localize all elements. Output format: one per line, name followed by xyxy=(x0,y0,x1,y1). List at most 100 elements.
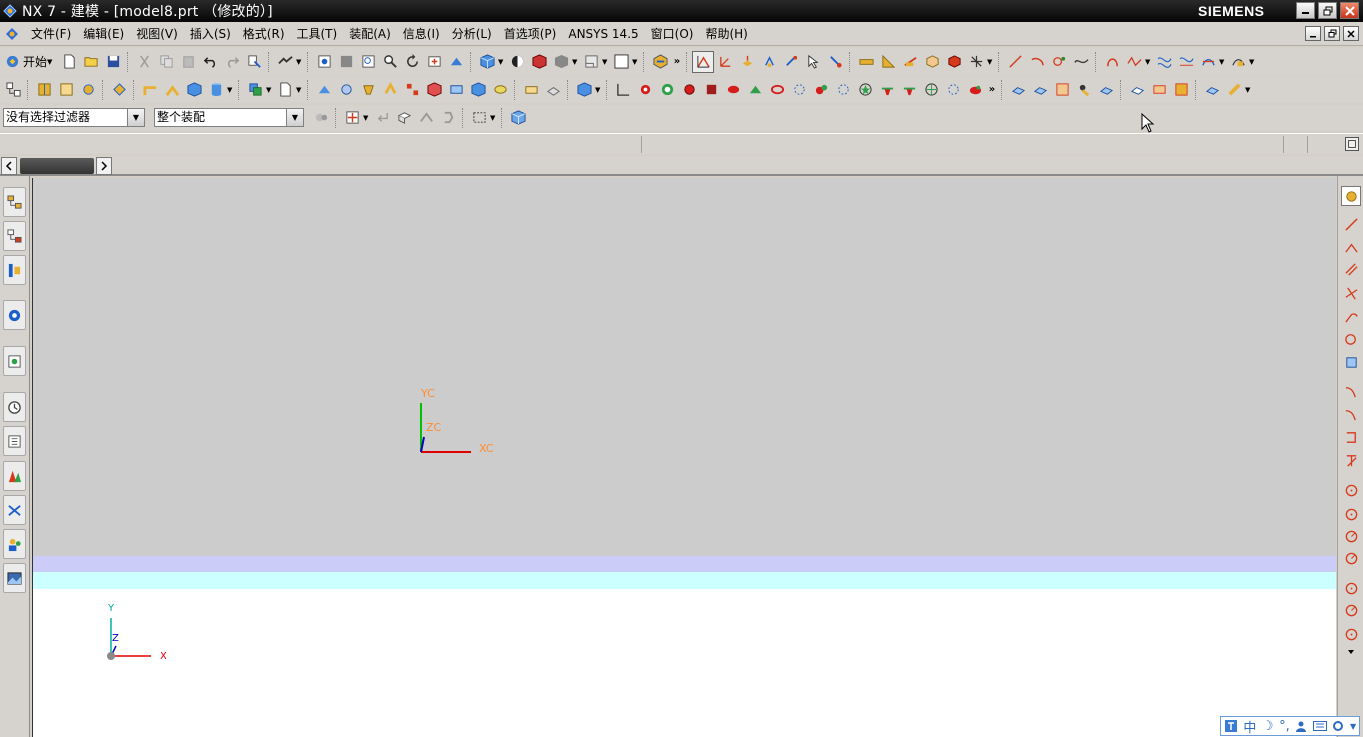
snap-point-button[interactable] xyxy=(824,51,846,73)
constraint-circle-3-button[interactable] xyxy=(1341,526,1361,546)
toolbar-grip[interactable] xyxy=(462,107,465,128)
wireframe-button[interactable] xyxy=(528,51,550,73)
check-geometry-button[interactable] xyxy=(943,51,965,73)
arc-button[interactable] xyxy=(1026,51,1048,73)
toolbar-grip[interactable] xyxy=(335,107,338,128)
shaded-button[interactable] xyxy=(506,51,528,73)
copy-button[interactable] xyxy=(155,51,177,73)
chevron-down-icon[interactable]: ▼ xyxy=(227,86,235,94)
cylinder-button[interactable] xyxy=(205,79,227,101)
motion-button[interactable] xyxy=(77,79,99,101)
doc-minimize-button[interactable] xyxy=(1305,26,1321,41)
chevron-down-icon[interactable]: ▼ xyxy=(266,86,274,94)
chevron-down-icon[interactable]: ▼ xyxy=(286,109,303,126)
constraint-tangent-button[interactable] xyxy=(722,79,744,101)
constraint-circle-6-button[interactable] xyxy=(1341,600,1361,620)
start-button[interactable]: 开始 ▼ xyxy=(2,51,58,73)
chevron-down-icon[interactable]: ▼ xyxy=(296,86,304,94)
law-extension-button[interactable] xyxy=(1170,79,1192,101)
system-scenes-button[interactable] xyxy=(3,563,26,593)
menu-info[interactable]: 信息(I) xyxy=(398,24,447,44)
toolbar-grip[interactable] xyxy=(27,79,30,100)
redo-button[interactable] xyxy=(221,51,243,73)
toolbar-grip[interactable] xyxy=(686,51,689,72)
toolbar-grip[interactable] xyxy=(501,107,504,128)
project-curve-button[interactable] xyxy=(1175,51,1197,73)
new-file-button[interactable] xyxy=(58,51,80,73)
toolbar-grip[interactable] xyxy=(1195,79,1198,100)
chevron-down-icon[interactable]: ▼ xyxy=(1249,58,1257,66)
n-sided-surface-button[interactable] xyxy=(1126,79,1148,101)
toolbar-grip[interactable] xyxy=(1095,51,1098,72)
toolbar-grip[interactable] xyxy=(238,79,241,100)
toolbar-grip[interactable] xyxy=(643,51,646,72)
cut-button[interactable] xyxy=(133,51,155,73)
chevron-down-icon[interactable]: ▼ xyxy=(1219,58,1227,66)
keyboard-icon[interactable] xyxy=(1312,721,1327,731)
nx-sheet-button[interactable] xyxy=(108,79,130,101)
draft-button[interactable] xyxy=(379,79,401,101)
constraint-coincident-button[interactable] xyxy=(678,79,700,101)
close-button[interactable] xyxy=(1340,2,1359,19)
web-browser-button[interactable] xyxy=(3,346,26,376)
feature-select-button[interactable] xyxy=(437,107,459,129)
offset-face-button[interactable] xyxy=(489,79,511,101)
constraint-circle-5-button[interactable] xyxy=(1341,578,1361,598)
sketch-button[interactable] xyxy=(692,50,715,73)
toolbar-grip[interactable] xyxy=(998,51,1001,72)
constraint-circle-1-button[interactable] xyxy=(1341,480,1361,500)
tab-scroll-thumb[interactable] xyxy=(20,158,94,174)
toolbar-overflow-button[interactable]: » xyxy=(986,84,998,95)
sweep-button[interactable] xyxy=(161,79,183,101)
constraint-circle-7-button[interactable] xyxy=(1341,624,1361,644)
undo-button[interactable] xyxy=(199,51,221,73)
select-body-button[interactable] xyxy=(507,107,529,129)
cue-line-options-icon[interactable] xyxy=(1345,137,1359,151)
toolbar-grip[interactable] xyxy=(133,79,136,100)
curve-options-button[interactable] xyxy=(1227,51,1249,73)
constraint-fixed-button[interactable] xyxy=(634,79,656,101)
sketch-corner-button[interactable] xyxy=(1341,427,1361,447)
spline-button[interactable] xyxy=(1070,51,1092,73)
constraint-parallel-button[interactable] xyxy=(744,79,766,101)
chevron-down-icon[interactable]: ▼ xyxy=(572,58,580,66)
sketch-cross-button[interactable] xyxy=(1341,283,1361,303)
face-select-button[interactable] xyxy=(393,107,415,129)
sheet-button[interactable] xyxy=(274,79,296,101)
ime-menu-caret[interactable]: ▼ xyxy=(1350,722,1356,731)
toolbar-grip[interactable] xyxy=(1001,79,1004,100)
sketch-line-button[interactable] xyxy=(1341,214,1361,234)
toolbar-grip[interactable] xyxy=(307,79,310,100)
restore-button[interactable] xyxy=(1318,2,1337,19)
shell-button[interactable] xyxy=(357,79,379,101)
menu-window[interactable]: 窗口(O) xyxy=(646,24,701,44)
sketch-extend-button[interactable] xyxy=(1341,404,1361,424)
sketch-trim-button[interactable] xyxy=(1341,381,1361,401)
pan-button[interactable] xyxy=(423,51,445,73)
constraint-circle-4-button[interactable] xyxy=(1341,548,1361,568)
rotate-button[interactable] xyxy=(401,51,423,73)
measure-body-button[interactable] xyxy=(921,51,943,73)
scroll-right-button[interactable] xyxy=(96,157,112,175)
ansys-button[interactable] xyxy=(649,51,671,73)
chevron-down-icon[interactable]: ▼ xyxy=(498,58,506,66)
sew-button[interactable] xyxy=(1201,79,1223,101)
toolbar-grip[interactable] xyxy=(514,79,517,100)
chevron-down-icon[interactable]: ▼ xyxy=(987,58,995,66)
menu-analysis[interactable]: 分析(L) xyxy=(447,24,499,44)
split-body-button[interactable] xyxy=(467,79,489,101)
constraint-ring-button[interactable] xyxy=(766,79,788,101)
save-button[interactable] xyxy=(102,51,124,73)
type-filter-dropdown[interactable]: 没有选择过滤器 ▼ xyxy=(3,108,145,127)
line-button[interactable] xyxy=(1004,51,1026,73)
through-curves-button[interactable] xyxy=(1029,79,1051,101)
sketch-circle-button[interactable] xyxy=(1341,328,1361,348)
datum-axis-button[interactable] xyxy=(965,51,987,73)
constraint-red-ring-button[interactable] xyxy=(964,79,986,101)
doc-restore-button[interactable] xyxy=(1324,26,1340,41)
history-button[interactable] xyxy=(3,392,26,422)
chevron-down-icon[interactable]: ▼ xyxy=(595,86,603,94)
edge-blend-button[interactable] xyxy=(313,79,335,101)
menu-preferences[interactable]: 首选项(P) xyxy=(499,24,564,44)
pattern-button[interactable] xyxy=(401,79,423,101)
